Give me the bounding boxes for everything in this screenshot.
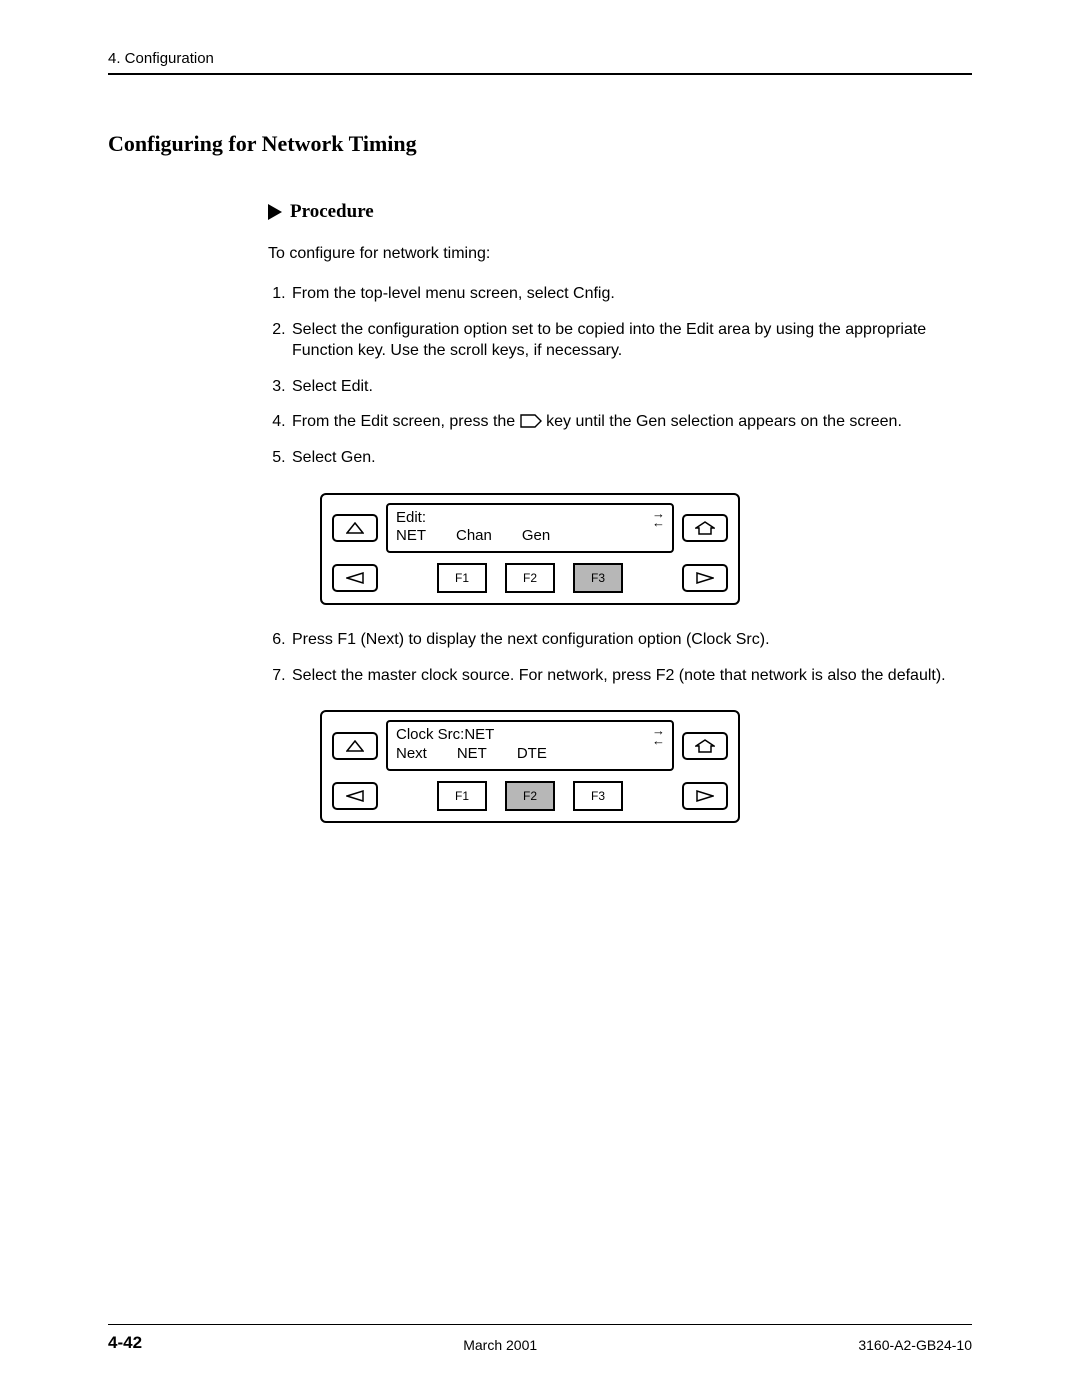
up-button[interactable] bbox=[332, 514, 378, 542]
footer-date: March 2001 bbox=[142, 1337, 858, 1353]
up-button[interactable] bbox=[332, 732, 378, 760]
intro-text: To configure for network timing: bbox=[268, 245, 952, 263]
running-header: 4. Configuration bbox=[108, 50, 972, 75]
step-3: Select Edit. bbox=[290, 376, 952, 398]
scroll-arrows-icon: →← bbox=[652, 509, 664, 529]
f1-key[interactable]: F1 bbox=[437, 781, 487, 811]
scroll-arrows-icon: →← bbox=[652, 726, 664, 746]
f2-key[interactable]: F2 bbox=[505, 781, 555, 811]
right-button[interactable] bbox=[682, 782, 728, 810]
lcd-opt-next: Next bbox=[396, 745, 427, 764]
home-button[interactable] bbox=[682, 514, 728, 542]
lcd-opt-net: NET bbox=[396, 527, 426, 546]
step-4a: From the Edit screen, press the bbox=[292, 413, 520, 430]
play-triangle-icon bbox=[268, 204, 282, 220]
f3-key[interactable]: F3 bbox=[573, 563, 623, 593]
step-7: Select the master clock source. For netw… bbox=[290, 665, 952, 687]
page-number: 4-42 bbox=[108, 1333, 142, 1353]
lcd-panel-edit: →← Edit: NET Chan Gen bbox=[320, 493, 740, 606]
procedure-steps: From the top-level menu screen, select C… bbox=[268, 283, 952, 823]
lcd-screen: →← Edit: NET Chan Gen bbox=[386, 503, 674, 554]
step-4b: key until the Gen selection appears on t… bbox=[546, 413, 902, 430]
step-4: From the Edit screen, press the key unti… bbox=[290, 411, 952, 433]
procedure-heading: Procedure bbox=[268, 201, 952, 223]
left-button[interactable] bbox=[332, 564, 378, 592]
f3-key[interactable]: F3 bbox=[573, 781, 623, 811]
section-title: Configuring for Network Timing bbox=[108, 131, 972, 157]
procedure-label: Procedure bbox=[290, 201, 374, 223]
left-button[interactable] bbox=[332, 782, 378, 810]
right-arrow-key-icon bbox=[520, 414, 542, 428]
f2-key[interactable]: F2 bbox=[505, 563, 555, 593]
page-footer: 4-42 March 2001 3160-A2-GB24-10 bbox=[108, 1324, 972, 1353]
lcd-opt-gen: Gen bbox=[522, 527, 550, 546]
lcd-opt-net: NET bbox=[457, 745, 487, 764]
step-6: Press F1 (Next) to display the next conf… bbox=[290, 629, 952, 651]
step-1: From the top-level menu screen, select C… bbox=[290, 283, 952, 305]
lcd-opt-dte: DTE bbox=[517, 745, 547, 764]
lcd-line1: Clock Src:NET bbox=[396, 726, 664, 745]
f1-key[interactable]: F1 bbox=[437, 563, 487, 593]
step-5: Select Gen. bbox=[290, 447, 952, 469]
right-button[interactable] bbox=[682, 564, 728, 592]
step-2: Select the configuration option set to b… bbox=[290, 319, 952, 362]
footer-docnum: 3160-A2-GB24-10 bbox=[858, 1337, 972, 1353]
lcd-opt-chan: Chan bbox=[456, 527, 492, 546]
home-button[interactable] bbox=[682, 732, 728, 760]
lcd-screen: →← Clock Src:NET Next NET DTE bbox=[386, 720, 674, 771]
lcd-panel-clocksrc: →← Clock Src:NET Next NET DTE bbox=[320, 710, 740, 823]
lcd-line1: Edit: bbox=[396, 509, 664, 528]
